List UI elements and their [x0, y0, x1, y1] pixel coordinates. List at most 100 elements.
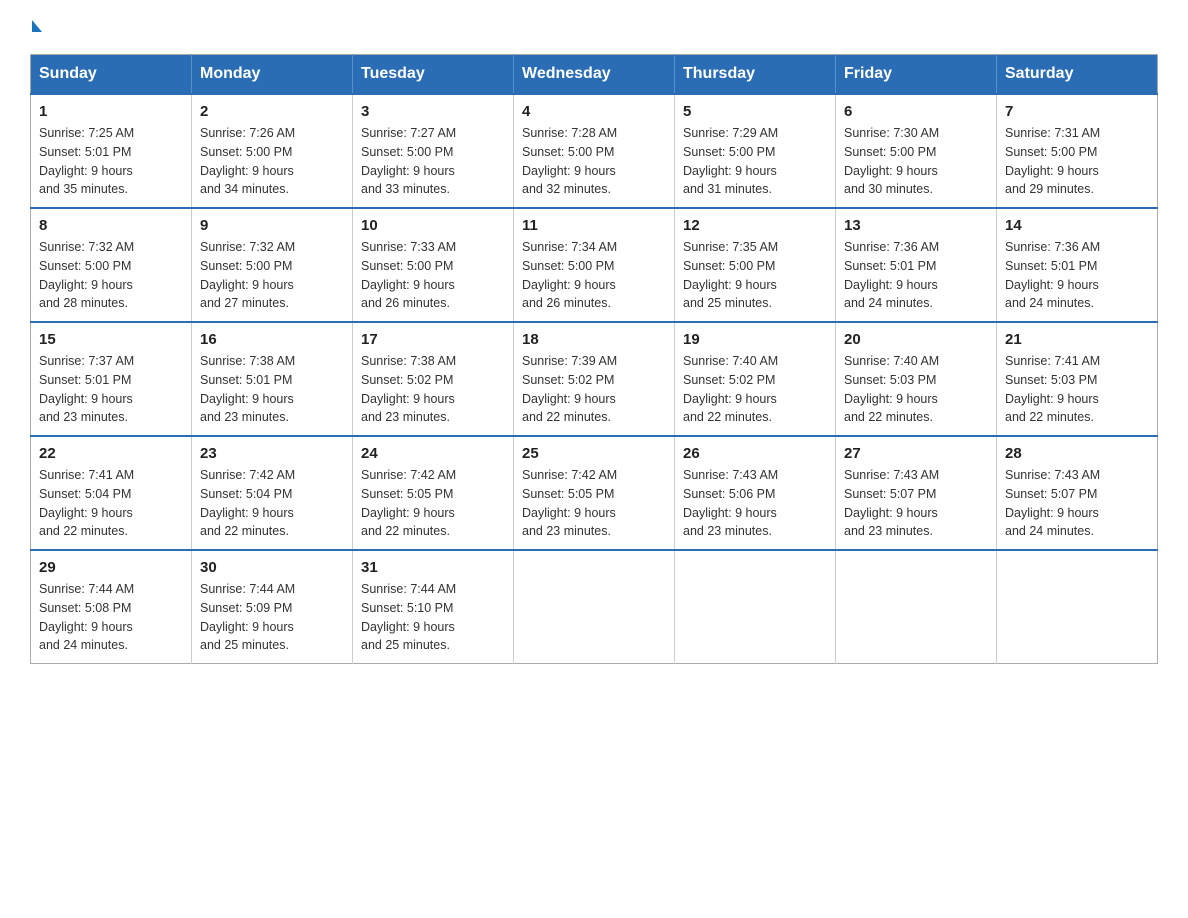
- day-number: 3: [361, 103, 505, 120]
- day-info: Sunrise: 7:40 AM Sunset: 5:02 PM Dayligh…: [683, 352, 827, 427]
- day-number: 13: [844, 217, 988, 234]
- calendar-cell: 1 Sunrise: 7:25 AM Sunset: 5:01 PM Dayli…: [31, 94, 192, 208]
- day-info: Sunrise: 7:27 AM Sunset: 5:00 PM Dayligh…: [361, 124, 505, 199]
- day-number: 17: [361, 331, 505, 348]
- day-info: Sunrise: 7:31 AM Sunset: 5:00 PM Dayligh…: [1005, 124, 1149, 199]
- day-header-tuesday: Tuesday: [353, 55, 514, 95]
- calendar-week-row: 15 Sunrise: 7:37 AM Sunset: 5:01 PM Dayl…: [31, 322, 1158, 436]
- calendar-cell: 16 Sunrise: 7:38 AM Sunset: 5:01 PM Dayl…: [192, 322, 353, 436]
- calendar-cell: 31 Sunrise: 7:44 AM Sunset: 5:10 PM Dayl…: [353, 550, 514, 664]
- day-number: 14: [1005, 217, 1149, 234]
- calendar-cell: 25 Sunrise: 7:42 AM Sunset: 5:05 PM Dayl…: [514, 436, 675, 550]
- calendar-cell: 6 Sunrise: 7:30 AM Sunset: 5:00 PM Dayli…: [836, 94, 997, 208]
- day-header-friday: Friday: [836, 55, 997, 95]
- calendar-cell: 5 Sunrise: 7:29 AM Sunset: 5:00 PM Dayli…: [675, 94, 836, 208]
- day-number: 28: [1005, 445, 1149, 462]
- day-number: 11: [522, 217, 666, 234]
- day-info: Sunrise: 7:32 AM Sunset: 5:00 PM Dayligh…: [200, 238, 344, 313]
- day-number: 16: [200, 331, 344, 348]
- day-info: Sunrise: 7:42 AM Sunset: 5:05 PM Dayligh…: [522, 466, 666, 541]
- day-info: Sunrise: 7:43 AM Sunset: 5:06 PM Dayligh…: [683, 466, 827, 541]
- calendar-cell: 2 Sunrise: 7:26 AM Sunset: 5:00 PM Dayli…: [192, 94, 353, 208]
- day-info: Sunrise: 7:44 AM Sunset: 5:09 PM Dayligh…: [200, 580, 344, 655]
- page-header: [30, 20, 1158, 34]
- day-number: 5: [683, 103, 827, 120]
- calendar-cell: 12 Sunrise: 7:35 AM Sunset: 5:00 PM Dayl…: [675, 208, 836, 322]
- day-number: 23: [200, 445, 344, 462]
- calendar-cell: 23 Sunrise: 7:42 AM Sunset: 5:04 PM Dayl…: [192, 436, 353, 550]
- calendar-cell: 13 Sunrise: 7:36 AM Sunset: 5:01 PM Dayl…: [836, 208, 997, 322]
- day-number: 19: [683, 331, 827, 348]
- calendar-week-row: 1 Sunrise: 7:25 AM Sunset: 5:01 PM Dayli…: [31, 94, 1158, 208]
- day-number: 4: [522, 103, 666, 120]
- calendar-cell: [514, 550, 675, 664]
- calendar-cell: 29 Sunrise: 7:44 AM Sunset: 5:08 PM Dayl…: [31, 550, 192, 664]
- day-number: 30: [200, 559, 344, 576]
- calendar-cell: 17 Sunrise: 7:38 AM Sunset: 5:02 PM Dayl…: [353, 322, 514, 436]
- calendar-week-row: 8 Sunrise: 7:32 AM Sunset: 5:00 PM Dayli…: [31, 208, 1158, 322]
- day-number: 21: [1005, 331, 1149, 348]
- day-number: 8: [39, 217, 183, 234]
- day-header-monday: Monday: [192, 55, 353, 95]
- calendar-cell: 3 Sunrise: 7:27 AM Sunset: 5:00 PM Dayli…: [353, 94, 514, 208]
- day-info: Sunrise: 7:34 AM Sunset: 5:00 PM Dayligh…: [522, 238, 666, 313]
- calendar-week-row: 29 Sunrise: 7:44 AM Sunset: 5:08 PM Dayl…: [31, 550, 1158, 664]
- day-info: Sunrise: 7:43 AM Sunset: 5:07 PM Dayligh…: [1005, 466, 1149, 541]
- calendar-cell: 21 Sunrise: 7:41 AM Sunset: 5:03 PM Dayl…: [997, 322, 1158, 436]
- day-info: Sunrise: 7:37 AM Sunset: 5:01 PM Dayligh…: [39, 352, 183, 427]
- calendar-cell: 10 Sunrise: 7:33 AM Sunset: 5:00 PM Dayl…: [353, 208, 514, 322]
- day-info: Sunrise: 7:39 AM Sunset: 5:02 PM Dayligh…: [522, 352, 666, 427]
- calendar-cell: [836, 550, 997, 664]
- day-number: 1: [39, 103, 183, 120]
- day-number: 31: [361, 559, 505, 576]
- logo: [30, 20, 42, 34]
- day-number: 9: [200, 217, 344, 234]
- day-info: Sunrise: 7:44 AM Sunset: 5:08 PM Dayligh…: [39, 580, 183, 655]
- calendar-cell: 8 Sunrise: 7:32 AM Sunset: 5:00 PM Dayli…: [31, 208, 192, 322]
- day-info: Sunrise: 7:32 AM Sunset: 5:00 PM Dayligh…: [39, 238, 183, 313]
- day-number: 20: [844, 331, 988, 348]
- calendar-cell: 26 Sunrise: 7:43 AM Sunset: 5:06 PM Dayl…: [675, 436, 836, 550]
- calendar-cell: [675, 550, 836, 664]
- calendar-week-row: 22 Sunrise: 7:41 AM Sunset: 5:04 PM Dayl…: [31, 436, 1158, 550]
- calendar-cell: 18 Sunrise: 7:39 AM Sunset: 5:02 PM Dayl…: [514, 322, 675, 436]
- calendar-cell: 14 Sunrise: 7:36 AM Sunset: 5:01 PM Dayl…: [997, 208, 1158, 322]
- calendar-cell: 9 Sunrise: 7:32 AM Sunset: 5:00 PM Dayli…: [192, 208, 353, 322]
- calendar-cell: 30 Sunrise: 7:44 AM Sunset: 5:09 PM Dayl…: [192, 550, 353, 664]
- day-number: 10: [361, 217, 505, 234]
- day-number: 7: [1005, 103, 1149, 120]
- calendar-cell: 28 Sunrise: 7:43 AM Sunset: 5:07 PM Dayl…: [997, 436, 1158, 550]
- day-info: Sunrise: 7:33 AM Sunset: 5:00 PM Dayligh…: [361, 238, 505, 313]
- calendar-cell: 20 Sunrise: 7:40 AM Sunset: 5:03 PM Dayl…: [836, 322, 997, 436]
- day-info: Sunrise: 7:29 AM Sunset: 5:00 PM Dayligh…: [683, 124, 827, 199]
- day-number: 25: [522, 445, 666, 462]
- day-header-sunday: Sunday: [31, 55, 192, 95]
- day-info: Sunrise: 7:30 AM Sunset: 5:00 PM Dayligh…: [844, 124, 988, 199]
- day-header-wednesday: Wednesday: [514, 55, 675, 95]
- calendar-cell: 19 Sunrise: 7:40 AM Sunset: 5:02 PM Dayl…: [675, 322, 836, 436]
- day-number: 2: [200, 103, 344, 120]
- day-info: Sunrise: 7:41 AM Sunset: 5:03 PM Dayligh…: [1005, 352, 1149, 427]
- day-headers-row: SundayMondayTuesdayWednesdayThursdayFrid…: [31, 55, 1158, 95]
- day-info: Sunrise: 7:38 AM Sunset: 5:01 PM Dayligh…: [200, 352, 344, 427]
- day-info: Sunrise: 7:25 AM Sunset: 5:01 PM Dayligh…: [39, 124, 183, 199]
- day-info: Sunrise: 7:36 AM Sunset: 5:01 PM Dayligh…: [844, 238, 988, 313]
- day-number: 29: [39, 559, 183, 576]
- day-number: 22: [39, 445, 183, 462]
- day-info: Sunrise: 7:40 AM Sunset: 5:03 PM Dayligh…: [844, 352, 988, 427]
- day-info: Sunrise: 7:26 AM Sunset: 5:00 PM Dayligh…: [200, 124, 344, 199]
- day-info: Sunrise: 7:42 AM Sunset: 5:04 PM Dayligh…: [200, 466, 344, 541]
- day-number: 6: [844, 103, 988, 120]
- day-info: Sunrise: 7:36 AM Sunset: 5:01 PM Dayligh…: [1005, 238, 1149, 313]
- calendar-cell: 7 Sunrise: 7:31 AM Sunset: 5:00 PM Dayli…: [997, 94, 1158, 208]
- day-header-saturday: Saturday: [997, 55, 1158, 95]
- day-number: 24: [361, 445, 505, 462]
- day-number: 26: [683, 445, 827, 462]
- calendar-header: SundayMondayTuesdayWednesdayThursdayFrid…: [31, 55, 1158, 95]
- day-info: Sunrise: 7:42 AM Sunset: 5:05 PM Dayligh…: [361, 466, 505, 541]
- day-info: Sunrise: 7:44 AM Sunset: 5:10 PM Dayligh…: [361, 580, 505, 655]
- logo-triangle-icon: [32, 20, 42, 32]
- calendar-table: SundayMondayTuesdayWednesdayThursdayFrid…: [30, 54, 1158, 664]
- calendar-cell: 15 Sunrise: 7:37 AM Sunset: 5:01 PM Dayl…: [31, 322, 192, 436]
- day-info: Sunrise: 7:38 AM Sunset: 5:02 PM Dayligh…: [361, 352, 505, 427]
